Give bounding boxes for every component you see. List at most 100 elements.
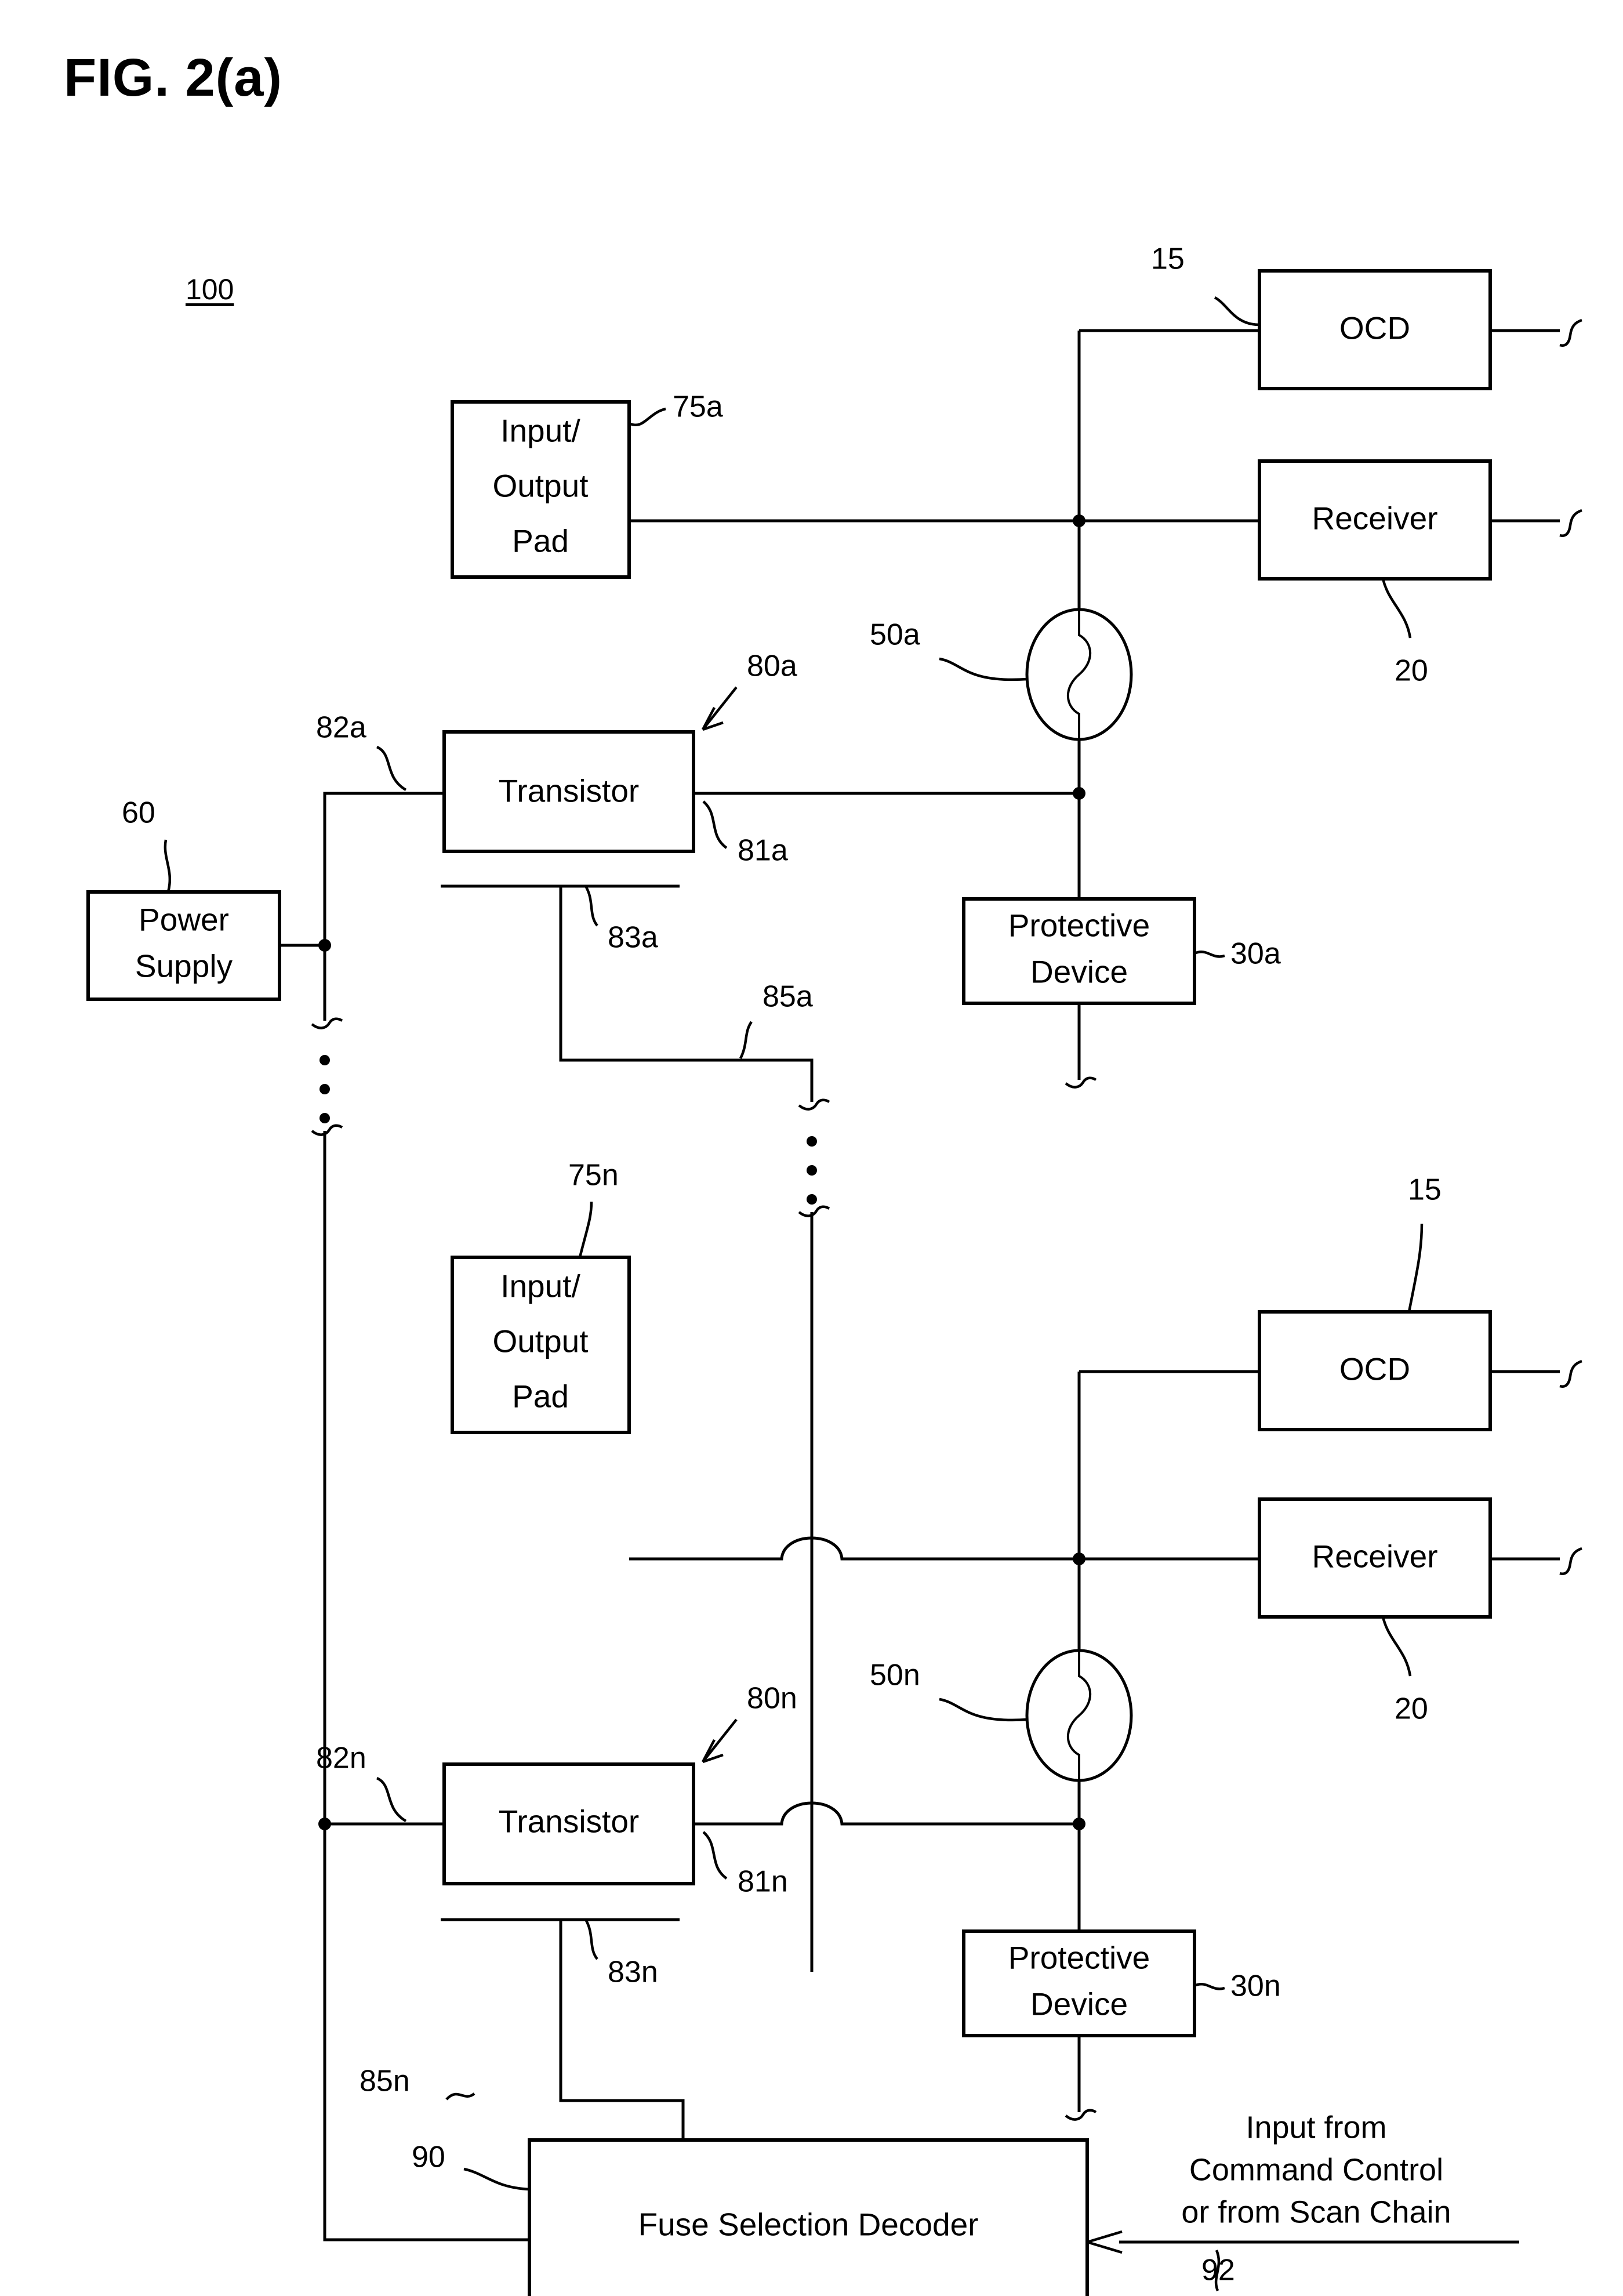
ref-transistor-n-gate: 83n [608,1956,658,1989]
block-fuse-selection-decoder: Fuse Selection Decoder [528,2138,1089,2296]
leader-ocd-a-ref [1214,296,1260,327]
leader-transistor-n-source-ref [376,1776,407,1822]
junction-node-n-receiver [1073,1553,1085,1565]
ellipsis-dot-gate-1 [807,1136,817,1147]
block-io-pad-n-label-line1: Input/ [500,1268,580,1304]
block-protective-device-a-label-line1: Protective [1008,908,1150,944]
ref-receiver-a: 20 [1395,654,1428,688]
leader-power-supply-ref [164,839,172,893]
ref-fuse-a: 50a [870,618,920,652]
ref-transistor-n-drain: 81n [738,1865,788,1899]
block-io-pad-n-label-line2: Output [492,1323,588,1359]
block-protective-device-a-label-line2: Device [1030,954,1128,990]
block-io-pad-a: Input/ Output Pad [451,400,631,579]
break-squiggle-ocd-a-output [1559,318,1582,347]
ref-gate-net-n: 85n [360,2065,410,2098]
break-squiggle-power-rail-bottom [311,1124,343,1136]
leader-protective-device-a-ref [1194,951,1225,958]
junction-power-rail-n [318,1818,331,1830]
ref-receiver-n: 20 [1395,1692,1428,1726]
ref-decoder-command-input: 92 [1201,2254,1235,2287]
ref-transistor-a-drain: 81a [738,834,788,868]
block-io-pad-a-label-line3: Pad [512,523,569,559]
break-squiggle-receiver-n-output [1559,1547,1582,1575]
block-protective-device-a: Protective Device [962,897,1196,1005]
break-squiggle-protective-device-n [1065,2109,1097,2121]
break-squiggle-receiver-a-output [1559,509,1582,537]
block-transistor-a-label: Transistor [499,773,639,809]
ref-power-supply: 60 [122,796,155,830]
note-decoder-input-line3: or from Scan Chain [1181,2195,1451,2229]
block-transistor-a: Transistor [442,730,695,853]
circuit-diagram: OCD 15 Receiver 20 Input/ Output Pad 75a [86,242,1582,2296]
block-io-pad-a-label-line2: Output [492,468,588,504]
note-decoder-input-line1: Input from [1246,2110,1386,2145]
block-ocd-n-label: OCD [1339,1351,1410,1387]
block-ocd-a-label: OCD [1339,310,1410,346]
block-io-pad-a-label-line1: Input/ [500,413,580,449]
ref-ocd-n: 15 [1408,1173,1442,1207]
ref-io-pad-a: 75a [673,390,723,424]
ellipsis-dot-power-1 [319,1055,330,1065]
leader-gate-net-n-ref [445,2092,475,2101]
break-squiggle-protective-device-a [1065,1076,1097,1089]
leader-transistor-a-drain-ref [702,800,728,849]
wire-transistor-n-gate-net [559,1920,685,2140]
arrowhead-decoder-command-input [1087,2230,1123,2254]
block-transistor-n-label: Transistor [499,1804,639,1840]
block-receiver-a: Receiver [1258,459,1492,581]
ref-fuse-n: 50n [870,1659,920,1692]
block-ocd-n: OCD [1258,1310,1492,1431]
ellipsis-dot-power-3 [319,1113,330,1123]
leader-ocd-n-ref [1407,1223,1424,1312]
leader-protective-device-n-ref [1194,1983,1225,1990]
wire-pad-n-to-receiver-n [629,1536,1259,1561]
ref-transistor-a-source: 82a [316,711,366,745]
ref-protective-device-n: 30n [1230,1969,1281,2003]
block-io-pad-n: Input/ Output Pad [451,1256,631,1434]
block-receiver-a-label: Receiver [1312,500,1437,536]
ref-transistor-a-gate: 83a [608,921,658,955]
block-power-supply: Power Supply [86,890,281,1001]
block-receiver-n: Receiver [1258,1497,1492,1619]
wire-transistor-n-drain [694,1801,1079,1826]
leader-transistor-a-source-ref [376,745,407,791]
block-ocd-a: OCD [1258,269,1492,390]
block-protective-device-n-label-line2: Device [1030,1986,1128,2022]
leader-io-pad-a-ref [629,407,666,426]
block-power-supply-label-line1: Power [139,902,229,938]
block-receiver-n-label: Receiver [1312,1539,1437,1575]
break-squiggle-gate-net-a-top [798,1098,830,1111]
ref-fuse-decoder: 90 [412,2141,445,2174]
ref-ocd-a: 15 [1151,242,1185,276]
ref-io-pad-n: 75n [568,1159,619,1192]
leader-fuse-a-ref [939,657,1028,681]
ellipsis-dot-power-2 [319,1084,330,1094]
patent-figure-page: FIG. 2(a) 100 OCD 15 Receiver 20 Input/ … [0,0,1623,2296]
ellipsis-dot-gate-3 [807,1194,817,1205]
leader-transistor-n-drain-ref [702,1831,728,1880]
ref-transistor-a: 80a [747,650,797,683]
leader-transistor-a-gate-ref [584,885,598,927]
junction-node-a-receiver [1073,514,1085,527]
note-decoder-input-line2: Command Control [1189,2152,1443,2187]
ref-protective-device-a: 30a [1230,937,1281,971]
block-fuse-selection-decoder-label: Fuse Selection Decoder [638,2207,979,2243]
ref-transistor-n-source: 82n [316,1742,366,1775]
break-squiggle-ocd-n-output [1559,1359,1582,1388]
block-transistor-n: Transistor [442,1762,695,1885]
break-squiggle-power-rail-top [311,1017,343,1029]
block-power-supply-label-line2: Supply [135,948,233,984]
block-protective-device-n: Protective Device [962,1929,1196,2037]
fuse-n [1025,1649,1133,1782]
leader-fuse-decoder-ref [463,2167,530,2191]
block-io-pad-n-label-line3: Pad [512,1379,569,1414]
leader-receiver-n-ref [1381,1616,1412,1677]
leader-transistor-n-gate-ref [584,1918,598,1960]
leader-fuse-n-ref [939,1697,1028,1722]
ref-transistor-n: 80n [747,1682,797,1715]
ellipsis-dot-gate-2 [807,1165,817,1176]
leader-io-pad-n-ref [578,1201,593,1258]
leader-gate-net-a-ref [739,1021,753,1060]
block-protective-device-n-label-line1: Protective [1008,1940,1150,1976]
